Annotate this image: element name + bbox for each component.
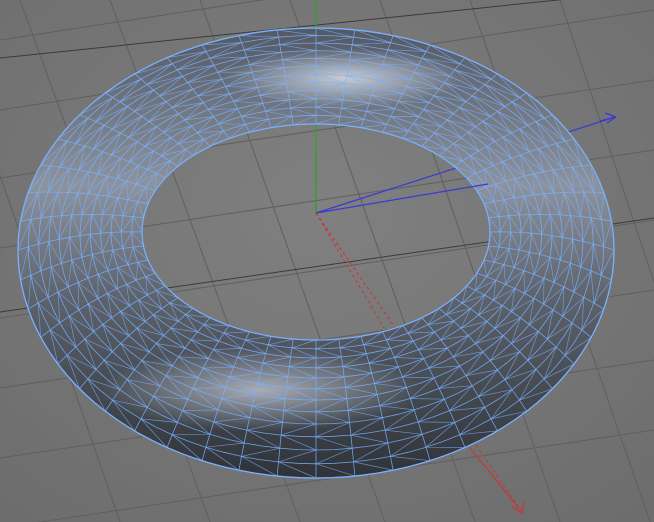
3d-viewport[interactable] xyxy=(0,0,654,522)
viewport-canvas[interactable] xyxy=(0,0,654,522)
